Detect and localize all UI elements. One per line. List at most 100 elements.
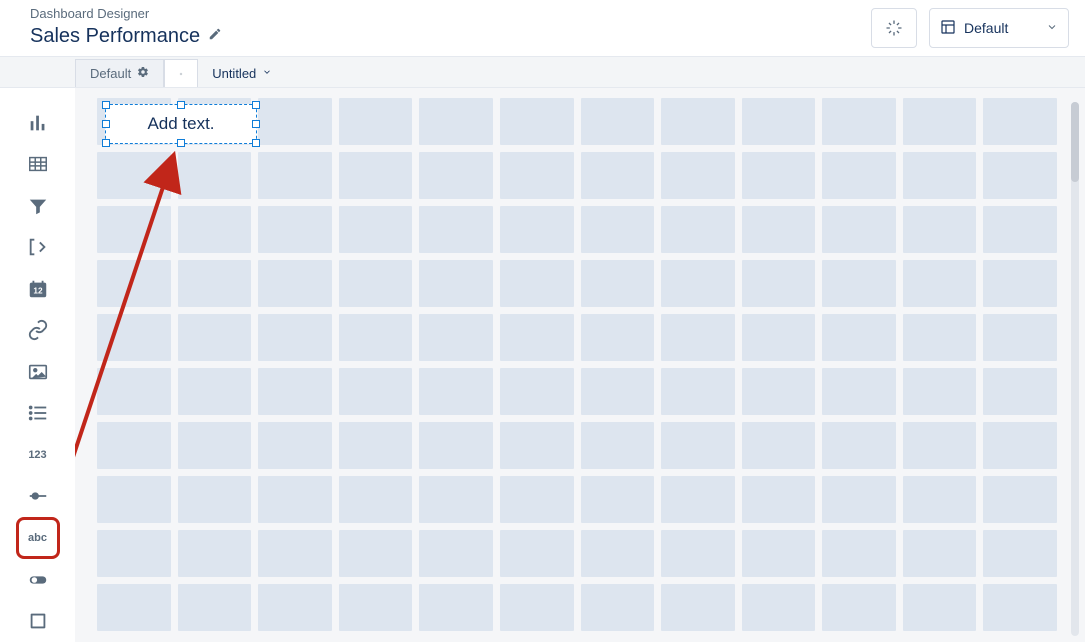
grid-cell[interactable] bbox=[661, 530, 735, 577]
grid-cell[interactable] bbox=[419, 530, 493, 577]
grid-cell[interactable] bbox=[339, 152, 413, 199]
grid-cell[interactable] bbox=[339, 422, 413, 469]
grid-cell[interactable] bbox=[419, 422, 493, 469]
grid-cell[interactable] bbox=[742, 530, 816, 577]
grid-cell[interactable] bbox=[903, 368, 977, 415]
edit-title-icon[interactable] bbox=[208, 27, 222, 46]
grid-cell[interactable] bbox=[742, 206, 816, 253]
grid-cell[interactable] bbox=[419, 98, 493, 145]
grid-cell[interactable] bbox=[581, 152, 655, 199]
grid-cell[interactable] bbox=[339, 530, 413, 577]
grid-cell[interactable] bbox=[822, 98, 896, 145]
image-icon[interactable] bbox=[16, 351, 60, 393]
grid-cell[interactable] bbox=[661, 476, 735, 523]
grid-cell[interactable] bbox=[258, 314, 332, 361]
grid-cell[interactable] bbox=[97, 422, 171, 469]
canvas[interactable]: Add text. bbox=[75, 88, 1085, 642]
grid-cell[interactable] bbox=[419, 314, 493, 361]
grid-cell[interactable] bbox=[581, 206, 655, 253]
grid-cell[interactable] bbox=[178, 422, 252, 469]
grid-cell[interactable] bbox=[661, 422, 735, 469]
grid-cell[interactable] bbox=[822, 152, 896, 199]
grid-cell[interactable] bbox=[581, 368, 655, 415]
toggle-icon[interactable] bbox=[16, 559, 60, 601]
grid-cell[interactable] bbox=[822, 314, 896, 361]
grid-cell[interactable] bbox=[419, 584, 493, 631]
resize-handle[interactable] bbox=[252, 120, 260, 128]
resize-handle[interactable] bbox=[252, 101, 260, 109]
grid-cell[interactable] bbox=[661, 260, 735, 307]
text-icon[interactable]: abc bbox=[16, 517, 60, 559]
grid-cell[interactable] bbox=[903, 584, 977, 631]
grid-cell[interactable] bbox=[500, 152, 574, 199]
grid-cell[interactable] bbox=[983, 206, 1057, 253]
grid-cell[interactable] bbox=[742, 152, 816, 199]
grid-cell[interactable] bbox=[661, 98, 735, 145]
grid-cell[interactable] bbox=[258, 530, 332, 577]
grid-cell[interactable] bbox=[339, 206, 413, 253]
resize-handle[interactable] bbox=[102, 120, 110, 128]
grid-cell[interactable] bbox=[178, 368, 252, 415]
grid-cell[interactable] bbox=[742, 368, 816, 415]
grid-cell[interactable] bbox=[581, 260, 655, 307]
grid-cell[interactable] bbox=[178, 260, 252, 307]
grid-cell[interactable] bbox=[97, 476, 171, 523]
resize-handle[interactable] bbox=[177, 101, 185, 109]
grid-cell[interactable] bbox=[419, 476, 493, 523]
grid-cell[interactable] bbox=[178, 152, 252, 199]
grid-cell[interactable] bbox=[822, 206, 896, 253]
grid-cell[interactable] bbox=[581, 584, 655, 631]
grid-cell[interactable] bbox=[500, 98, 574, 145]
grid-cell[interactable] bbox=[903, 98, 977, 145]
list-icon[interactable] bbox=[16, 393, 60, 435]
grid-cell[interactable] bbox=[903, 260, 977, 307]
grid-cell[interactable] bbox=[822, 584, 896, 631]
grid-cell[interactable] bbox=[581, 422, 655, 469]
grid-cell[interactable] bbox=[983, 260, 1057, 307]
grid-cell[interactable] bbox=[661, 584, 735, 631]
grid-cell[interactable] bbox=[983, 98, 1057, 145]
grid-cell[interactable] bbox=[822, 422, 896, 469]
grid-cell[interactable] bbox=[339, 476, 413, 523]
grid-cell[interactable] bbox=[97, 530, 171, 577]
grid-cell[interactable] bbox=[258, 422, 332, 469]
grid-cell[interactable] bbox=[500, 206, 574, 253]
grid-cell[interactable] bbox=[258, 368, 332, 415]
range-icon[interactable] bbox=[16, 227, 60, 269]
scrollbar[interactable] bbox=[1071, 102, 1079, 636]
grid-cell[interactable] bbox=[258, 98, 332, 145]
resize-handle[interactable] bbox=[102, 139, 110, 147]
grid-cell[interactable] bbox=[983, 314, 1057, 361]
add-tab-button[interactable] bbox=[164, 59, 198, 87]
grid-cell[interactable] bbox=[581, 476, 655, 523]
grid-cell[interactable] bbox=[661, 368, 735, 415]
grid-cell[interactable] bbox=[97, 152, 171, 199]
grid-cell[interactable] bbox=[742, 314, 816, 361]
grid-cell[interactable] bbox=[742, 422, 816, 469]
table-icon[interactable] bbox=[16, 144, 60, 186]
text-widget[interactable]: Add text. bbox=[105, 104, 257, 144]
grid-cell[interactable] bbox=[500, 584, 574, 631]
grid-cell[interactable] bbox=[983, 476, 1057, 523]
grid-cell[interactable] bbox=[339, 260, 413, 307]
grid-cell[interactable] bbox=[500, 314, 574, 361]
resize-handle[interactable] bbox=[177, 139, 185, 147]
grid-cell[interactable] bbox=[97, 584, 171, 631]
grid-cell[interactable] bbox=[339, 98, 413, 145]
grid-cell[interactable] bbox=[97, 260, 171, 307]
grid-cell[interactable] bbox=[983, 422, 1057, 469]
grid-cell[interactable] bbox=[178, 530, 252, 577]
grid-cell[interactable] bbox=[822, 260, 896, 307]
filter-icon[interactable] bbox=[16, 185, 60, 227]
grid-cell[interactable] bbox=[178, 206, 252, 253]
sparkle-button[interactable] bbox=[871, 8, 917, 48]
grid-cell[interactable] bbox=[983, 368, 1057, 415]
grid-cell[interactable] bbox=[500, 476, 574, 523]
grid-cell[interactable] bbox=[742, 260, 816, 307]
grid-cell[interactable] bbox=[742, 476, 816, 523]
grid-cell[interactable] bbox=[258, 152, 332, 199]
breadcrumb[interactable]: Dashboard Designer bbox=[30, 6, 871, 21]
number-icon[interactable]: 123 bbox=[16, 434, 60, 476]
grid-cell[interactable] bbox=[97, 314, 171, 361]
grid-cell[interactable] bbox=[97, 368, 171, 415]
